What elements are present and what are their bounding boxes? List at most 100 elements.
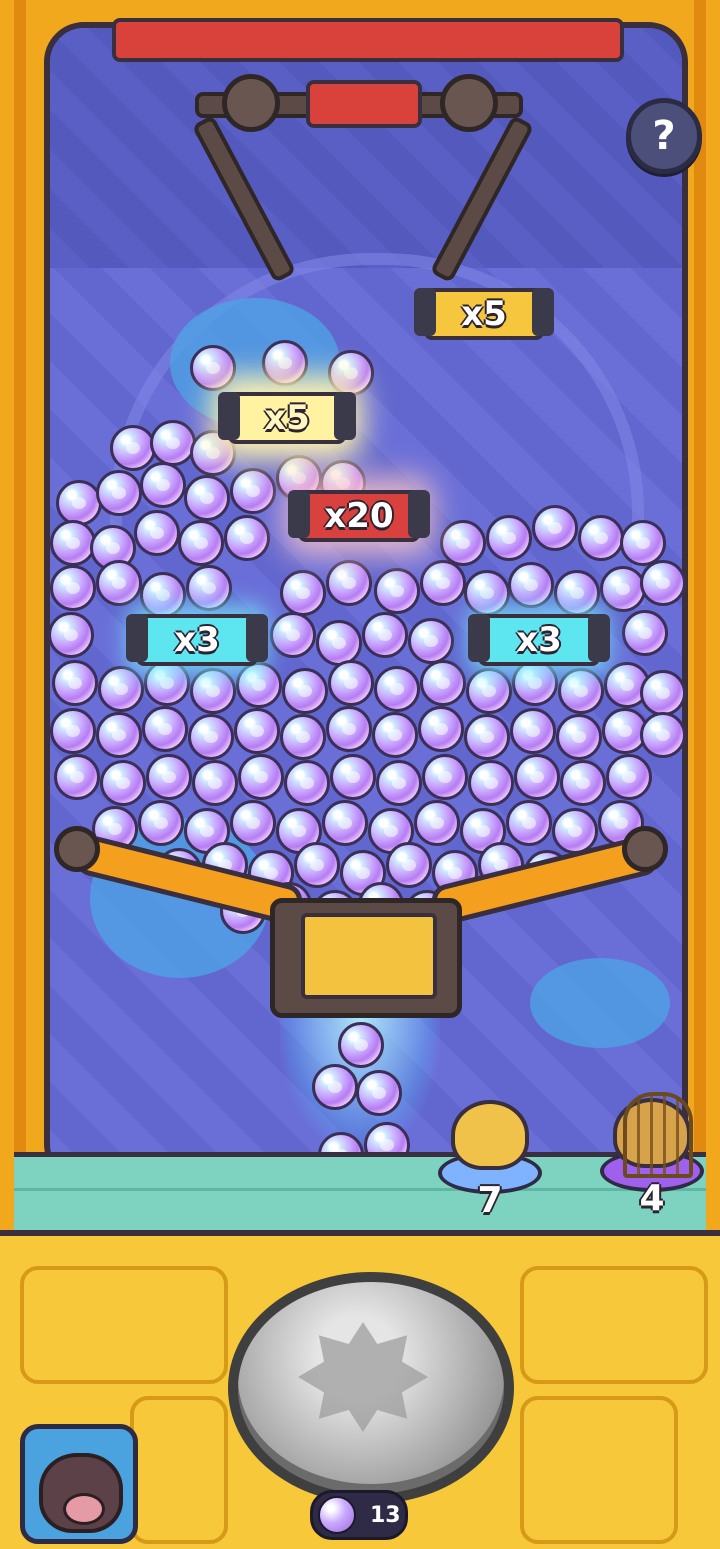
paw-ball: [328, 660, 374, 706]
paw-ball: [178, 520, 224, 566]
paw-ball: [374, 666, 420, 712]
paw-ball: [386, 842, 432, 888]
lion-icon: [613, 1092, 693, 1178]
paw-ball: [422, 754, 468, 800]
paw-ball: [408, 618, 454, 664]
paw-ball: [234, 708, 280, 754]
claw-joint-left: [222, 74, 280, 132]
paw-ball: [640, 560, 686, 606]
paw-ball: [100, 760, 146, 806]
paw-ball: [418, 706, 464, 752]
paw-ball: [440, 520, 486, 566]
paw-ball: [110, 425, 156, 471]
paw-ball: [50, 520, 96, 566]
multiplier-badge: x5: [218, 392, 356, 444]
pet-count: 7: [477, 1180, 503, 1221]
ball-catcher: [270, 898, 462, 1018]
paw-ball: [512, 660, 558, 706]
paw-ball: [486, 515, 532, 561]
paw-ball: [420, 560, 466, 606]
paw-ball: [510, 708, 556, 754]
paw-ball: [464, 714, 510, 760]
catcher-panel: [301, 913, 437, 999]
multiplier-badge: x5: [414, 288, 554, 340]
paw-ball: [640, 712, 686, 758]
pet-count: 4: [639, 1178, 665, 1219]
paw-ball: [188, 714, 234, 760]
paw-ball: [506, 800, 552, 846]
paw-ball: [414, 800, 460, 846]
paw-ball: [578, 515, 624, 561]
paw-ball: [508, 562, 554, 608]
paw-ball: [262, 340, 308, 386]
game-screen: ? x5 x5 x20 x3 x3 7 4 13: [0, 0, 720, 1549]
paw-ball: [620, 520, 666, 566]
paw-ball: [54, 754, 100, 800]
paw-ball: [532, 505, 578, 551]
paw-ball: [48, 612, 94, 658]
paw-ball: [554, 570, 600, 616]
paw-ball: [464, 570, 510, 616]
falling-ball: [338, 1022, 384, 1068]
burst-icon: [298, 1322, 428, 1432]
paw-ball: [190, 345, 236, 391]
paw-ball: [96, 560, 142, 606]
claw-rail: [112, 18, 624, 62]
paw-ball: [294, 842, 340, 888]
falling-ball: [356, 1070, 402, 1116]
paw-ball: [558, 668, 604, 714]
drop-button[interactable]: [228, 1272, 514, 1504]
claw-joint-right: [440, 74, 498, 132]
ball-counter: 13: [310, 1490, 408, 1540]
paw-ball: [328, 350, 374, 396]
paw-ball: [514, 754, 560, 800]
paw-ball: [142, 706, 188, 752]
cage-icon: [623, 1092, 693, 1178]
paw-ball: [556, 714, 602, 760]
paw-ball: [134, 510, 180, 556]
paw-ball: [230, 468, 276, 514]
paw-ball: [238, 754, 284, 800]
paw-ball: [622, 610, 668, 656]
paw-ball: [376, 760, 422, 806]
paw-ball: [56, 480, 102, 526]
paw-ball: [52, 660, 98, 706]
paw-ball: [230, 800, 276, 846]
paw-ball: [420, 660, 466, 706]
paw-ball: [280, 570, 326, 616]
paw-ball: [326, 560, 372, 606]
paw-ball: [372, 712, 418, 758]
paw-ball: [374, 568, 420, 614]
paw-ball: [284, 760, 330, 806]
paw-ball: [184, 475, 230, 521]
paw-ball: [280, 714, 326, 760]
paw-ball: [140, 572, 186, 618]
boar-icon: [39, 1453, 123, 1533]
paw-ball: [326, 706, 372, 752]
help-button[interactable]: ?: [626, 98, 702, 174]
paw-ball: [560, 760, 606, 806]
paw-ball: [362, 612, 408, 658]
paw-ball: [146, 754, 192, 800]
paw-ball: [186, 565, 232, 611]
pet-lion[interactable]: 4: [600, 1092, 704, 1219]
paw-ball: [150, 420, 196, 466]
paw-ball: [224, 515, 270, 561]
paw-ball: [50, 565, 96, 611]
claw-housing: [306, 80, 422, 128]
multiplier-badge: x3: [468, 614, 610, 666]
pet-dog[interactable]: 7: [438, 1100, 542, 1221]
paw-ball: [282, 668, 328, 714]
multiplier-badge: x20: [288, 490, 430, 542]
paw-ball: [270, 612, 316, 658]
dog-icon: [451, 1100, 529, 1170]
catcher-pivot-left: [54, 826, 100, 872]
catcher-pivot-right: [622, 826, 668, 872]
paw-ball: [600, 566, 646, 612]
paw-ball: [96, 712, 142, 758]
paw-ball: [144, 660, 190, 706]
player-avatar[interactable]: [20, 1424, 138, 1544]
multiplier-badge: x3: [126, 614, 268, 666]
paw-ball: [98, 666, 144, 712]
paw-ball: [50, 708, 96, 754]
